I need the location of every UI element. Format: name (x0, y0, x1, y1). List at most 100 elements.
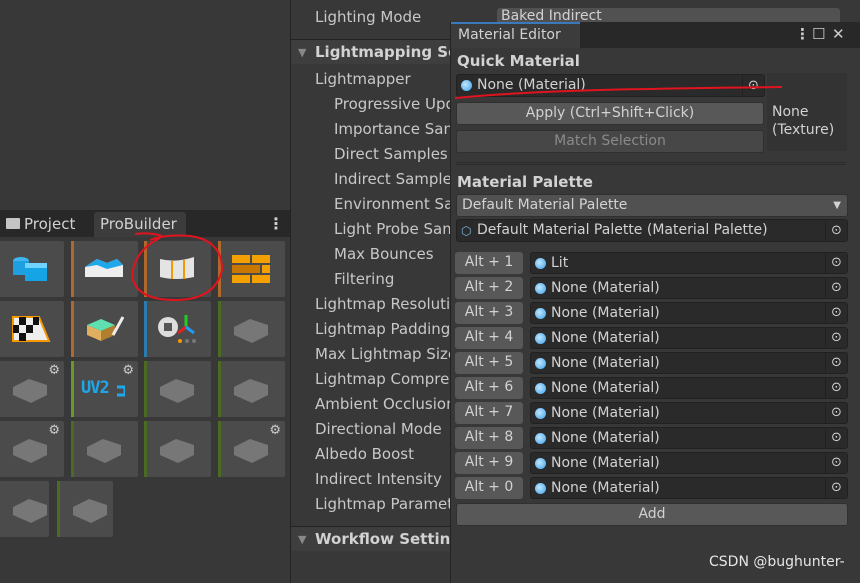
tool-conform-normals[interactable] (144, 361, 211, 417)
material-icon (535, 308, 546, 319)
material-icon (535, 383, 546, 394)
palette-asset-field[interactable]: ⬡ Default Material Palette (Material Pale… (456, 219, 848, 242)
inspector-row-label: Indirect Intensity (315, 470, 442, 488)
category-stripe (218, 421, 221, 477)
tab-label: ProBuilder (100, 215, 177, 233)
split-icon (13, 499, 47, 523)
object-picker-icon[interactable]: ⊙ (825, 253, 847, 273)
material-icon (535, 258, 546, 269)
shortcut-button[interactable]: Alt + 8 (455, 427, 523, 449)
object-picker-icon[interactable]: ⊙ (825, 428, 847, 448)
tool-new-poly-shape[interactable] (71, 241, 138, 297)
tool-uv-editor[interactable] (0, 301, 64, 357)
palette-slot-field[interactable]: None (Material) ⊙ (530, 452, 848, 474)
divider (456, 162, 846, 165)
tool-detach[interactable] (0, 481, 49, 537)
globe-axes-icon (158, 315, 196, 343)
tool-flip-normals[interactable]: ⚙ (0, 361, 64, 417)
tool-vertex-colors[interactable] (71, 301, 138, 357)
maximize-icon[interactable]: ☐ (812, 25, 825, 43)
uv-checker-icon (12, 316, 51, 342)
shortcut-button[interactable]: Alt + 5 (455, 352, 523, 374)
foldout-triangle-icon: ▼ (298, 46, 307, 59)
tool-triangulate[interactable] (71, 421, 138, 477)
fold-icon (160, 379, 194, 403)
gear-icon[interactable]: ⚙ (269, 423, 281, 438)
kebab-menu-icon[interactable]: ⋮ (795, 25, 810, 43)
object-picker-icon[interactable]: ⊙ (825, 453, 847, 473)
quick-material-heading: Quick Material (457, 52, 580, 70)
tool-pivot[interactable] (144, 301, 211, 357)
tool-merge[interactable] (218, 301, 285, 357)
box-center-icon (234, 379, 268, 403)
smoothing-icon (160, 257, 194, 279)
field-value: None (Material) (551, 480, 660, 496)
gear-icon[interactable]: ⚙ (48, 423, 60, 438)
palette-slot-field[interactable]: Lit ⊙ (530, 252, 848, 274)
category-stripe (218, 361, 221, 417)
shortcut-button[interactable]: Alt + 4 (455, 327, 523, 349)
kebab-menu-icon[interactable]: ⋮ (268, 214, 284, 233)
close-icon[interactable]: ✕ (832, 25, 845, 43)
category-stripe (144, 241, 147, 297)
tab-probuilder[interactable]: ProBuilder (94, 212, 186, 237)
tool-center-pivot[interactable] (218, 361, 285, 417)
apply-button[interactable]: Apply (Ctrl+Shift+Click) (456, 102, 764, 125)
palette-slot-field[interactable]: None (Material) ⊙ (530, 402, 848, 424)
tab-project[interactable]: Project (0, 212, 81, 237)
tab-label: Project (24, 215, 76, 233)
field-value: None (Material) (551, 455, 660, 471)
palette-slot-field[interactable]: None (Material) ⊙ (530, 302, 848, 324)
category-stripe (71, 241, 74, 297)
shortcut-button[interactable]: Alt + 0 (455, 477, 523, 499)
quick-material-field[interactable]: None (Material) ⊙ (456, 74, 765, 97)
object-picker-icon[interactable]: ⊙ (742, 75, 764, 96)
tool-subdivide[interactable] (144, 421, 211, 477)
add-slot-button[interactable]: Add (456, 503, 848, 526)
tool-lightmap-uvs[interactable]: UV2 ⚙ (71, 361, 138, 417)
tool-material-editor[interactable] (218, 241, 285, 297)
palette-slot-field[interactable]: None (Material) ⊙ (530, 277, 848, 299)
inspector-row-label: Direct Samples (334, 145, 448, 163)
material-icon (535, 433, 546, 444)
object-picker-icon[interactable]: ⊙ (825, 353, 847, 373)
palette-slot-field[interactable]: None (Material) ⊙ (530, 477, 848, 499)
shortcut-button[interactable]: Alt + 7 (455, 402, 523, 424)
object-picker-icon[interactable]: ⊙ (825, 278, 847, 298)
object-picker-icon[interactable]: ⊙ (825, 220, 847, 241)
tab-material-editor[interactable]: Material Editor (451, 22, 580, 48)
tool-new-shape[interactable] (0, 241, 64, 297)
category-stripe (144, 301, 147, 357)
lightmapping-settings-foldout[interactable]: ▼ Lightmapping Settings (291, 39, 452, 64)
material-editor-window: Material Editor ⋮ ☐ ✕ Quick Material Non… (450, 22, 860, 583)
gear-icon[interactable]: ⚙ (122, 363, 134, 378)
palette-slot-field[interactable]: None (Material) ⊙ (530, 377, 848, 399)
palette-slot-field[interactable]: None (Material) ⊙ (530, 427, 848, 449)
material-palette-heading: Material Palette (457, 173, 593, 191)
shortcut-button[interactable]: Alt + 2 (455, 277, 523, 299)
palette-dropdown[interactable]: Default Material Palette ▼ (456, 194, 848, 217)
object-picker-icon[interactable]: ⊙ (825, 328, 847, 348)
box-points-icon (13, 439, 47, 463)
shortcut-button[interactable]: Alt + 1 (455, 252, 523, 274)
workflow-settings-foldout[interactable]: ▼ Workflow Settings (291, 526, 452, 551)
tool-smoothing[interactable] (144, 241, 211, 297)
inspector-row-label: Importance Sampling (334, 120, 452, 138)
probuilder-toolbar: ⚙ UV2 ⚙ ⚙ ⚙ (0, 237, 290, 583)
shortcut-button[interactable]: Alt + 6 (455, 377, 523, 399)
field-value: None (Material) (551, 405, 660, 421)
category-stripe (71, 361, 74, 417)
gear-icon[interactable]: ⚙ (48, 363, 60, 378)
object-picker-icon[interactable]: ⊙ (825, 303, 847, 323)
object-picker-icon[interactable]: ⊙ (825, 478, 847, 498)
shortcut-button[interactable]: Alt + 3 (455, 302, 523, 324)
inspector-row-label: Directional Mode (315, 420, 442, 438)
tool-mirror[interactable]: ⚙ (218, 421, 285, 477)
object-picker-icon[interactable]: ⊙ (825, 403, 847, 423)
tool-collapse[interactable] (57, 481, 113, 537)
object-picker-icon[interactable]: ⊙ (825, 378, 847, 398)
palette-slot-field[interactable]: None (Material) ⊙ (530, 352, 848, 374)
palette-slot-field[interactable]: None (Material) ⊙ (530, 327, 848, 349)
tool-export[interactable]: ⚙ (0, 421, 64, 477)
shortcut-button[interactable]: Alt + 9 (455, 452, 523, 474)
